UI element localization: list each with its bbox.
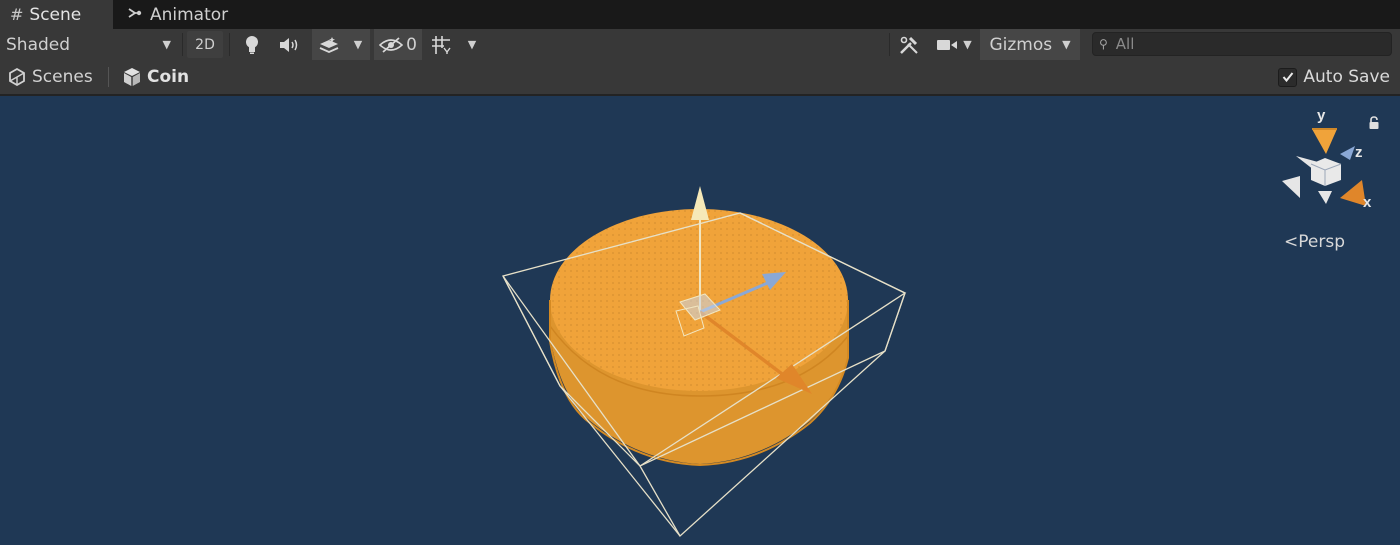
hierarchy-search-input[interactable]: ⚲ All (1092, 32, 1392, 56)
lightbulb-icon (246, 35, 258, 54)
tab-animator[interactable]: Animator (118, 0, 248, 29)
projection-label: Persp (1298, 232, 1345, 252)
axis-label-y: y (1317, 107, 1326, 124)
auto-save-label: Auto Save (1303, 67, 1390, 87)
chevron-down-icon: ▼ (963, 38, 972, 51)
auto-save-toggle[interactable]: Auto Save (1278, 60, 1390, 94)
camera-settings-dropdown[interactable]: ▼ (930, 29, 978, 60)
wrench-hammer-icon (900, 36, 918, 54)
toolbar-divider (889, 33, 890, 56)
prefab-cube-icon (124, 68, 140, 86)
scene-render: y z x (502, 107, 1372, 538)
search-icon: ⚲ (1099, 37, 1108, 51)
effects-layers-icon (319, 36, 339, 53)
projection-toggle[interactable]: <Persp (1284, 232, 1345, 252)
breadcrumb-scenes-label: Scenes (32, 67, 93, 87)
toolbar-divider (182, 33, 183, 56)
gizmos-dropdown[interactable]: Gizmos ▼ (980, 29, 1080, 60)
speaker-icon (280, 37, 298, 52)
eye-slash-icon (379, 36, 404, 53)
breadcrumb-current-prefab[interactable]: Coin (122, 60, 189, 94)
camera-icon (937, 39, 958, 50)
hidden-count: 0 (406, 34, 417, 55)
chevron-down-icon: ▼ (353, 38, 363, 51)
animator-icon (128, 5, 144, 24)
search-placeholder: All (1115, 35, 1135, 53)
grid-dropdown[interactable]: ▼ (459, 29, 485, 60)
tab-animator-label: Animator (150, 4, 229, 25)
grid-snap-toggle[interactable] (426, 29, 456, 60)
grid-icon (432, 35, 451, 54)
auto-save-checkbox[interactable] (1278, 67, 1298, 87)
checkmark-icon (1282, 72, 1294, 83)
toolbar-divider (229, 33, 230, 56)
effects-dropdown[interactable]: ▼ (346, 29, 370, 60)
axis-label-x: x (1363, 194, 1372, 211)
chevron-down-icon: ▼ (162, 38, 171, 51)
hidden-objects-toggle[interactable]: 0 (374, 29, 422, 60)
scene-viewport[interactable]: y z x <Persp (0, 96, 1400, 545)
breadcrumb-separator (108, 67, 109, 87)
scene-toolbar: Shaded ▼ 2D ▼ 0 ▼ ▼ Gizmos ▼ ⚲ All (0, 29, 1400, 60)
tab-scene[interactable]: # Scene (0, 0, 113, 29)
axis-label-z: z (1355, 144, 1363, 161)
chevron-left-icon: < (1284, 232, 1299, 252)
audio-toggle[interactable] (272, 29, 306, 60)
draw-mode-label: Shaded (6, 34, 71, 55)
gizmos-label: Gizmos (989, 34, 1053, 55)
breadcrumb: Scenes Coin Auto Save (0, 60, 1400, 96)
breadcrumb-current-label: Coin (147, 67, 190, 87)
unity-logo-icon (9, 68, 25, 86)
scene-grid-icon: # (10, 5, 24, 24)
2d-mode-toggle[interactable]: 2D (187, 31, 223, 58)
lock-icon[interactable] (1368, 116, 1380, 130)
chevron-down-icon: ▼ (467, 38, 477, 51)
orientation-gizmo[interactable]: y z x (1282, 107, 1372, 211)
effects-toggle[interactable] (312, 29, 346, 60)
tools-toggle[interactable] (894, 29, 924, 60)
draw-mode-dropdown[interactable]: Shaded ▼ (0, 29, 180, 60)
lighting-toggle[interactable] (236, 29, 268, 60)
chevron-down-icon: ▼ (1062, 38, 1071, 51)
window-tab-bar: # Scene Animator (0, 0, 1400, 29)
breadcrumb-scenes[interactable]: Scenes (8, 60, 93, 94)
tab-scene-label: Scene (29, 4, 82, 25)
